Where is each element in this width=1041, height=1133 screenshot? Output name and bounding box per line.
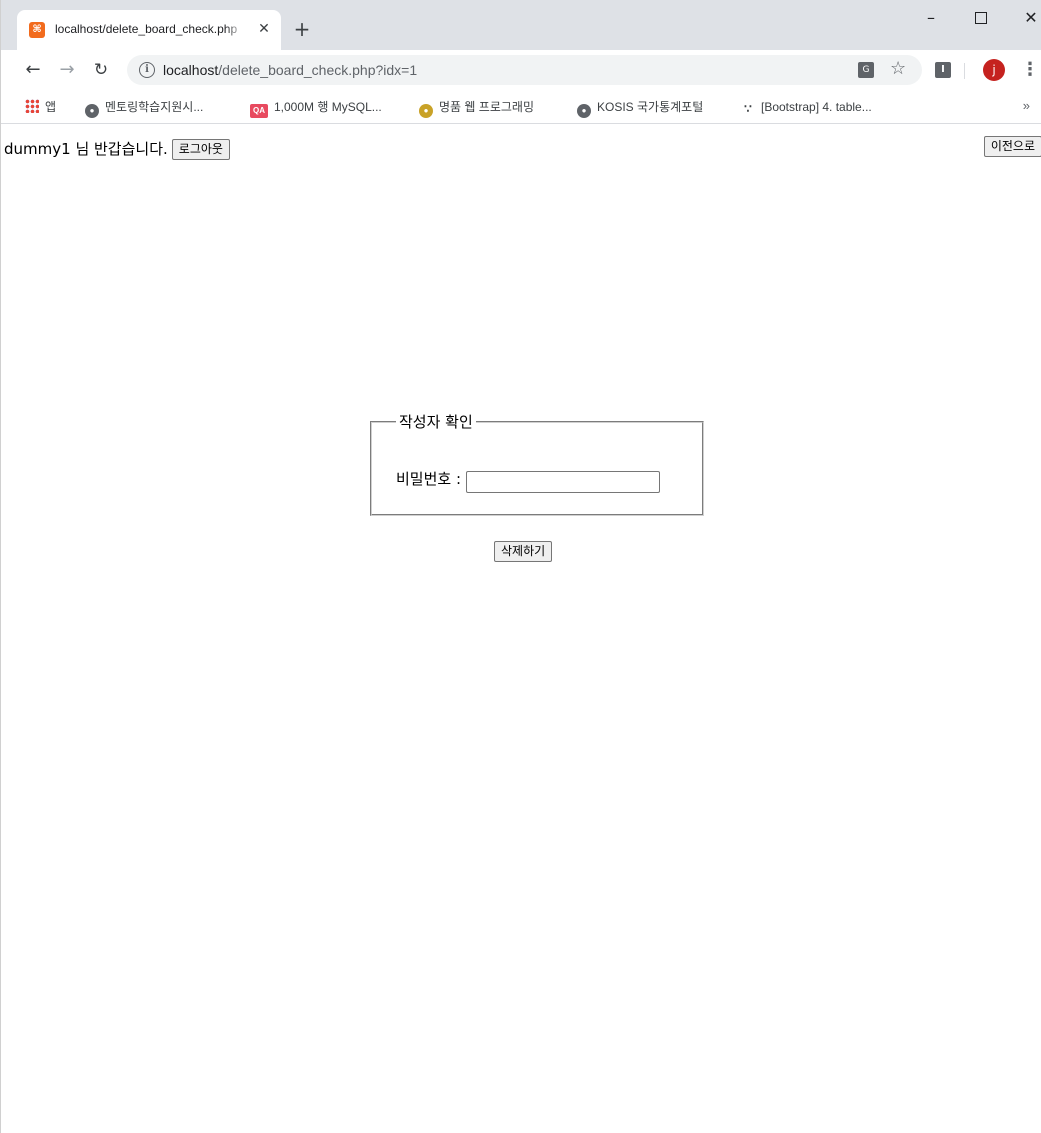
new-tab-button[interactable]: +	[291, 18, 313, 40]
extension-icon[interactable]: I	[935, 62, 951, 78]
forward-arrow-icon[interactable]: →	[55, 58, 79, 82]
delete-button[interactable]: 삭제하기	[494, 541, 553, 562]
bookmark-label: 명품 웹 프로그래밍	[439, 100, 534, 114]
back-arrow-icon[interactable]: ←	[21, 58, 45, 82]
url-path: /delete_board_check.php?idx=1	[218, 62, 418, 78]
kebab-menu-icon[interactable]: ⋮	[1021, 58, 1039, 82]
tab-active[interactable]: ⌘ localhost/delete_board_check.php ✕	[17, 10, 281, 50]
logout-button[interactable]: 로그아웃	[171, 139, 230, 160]
xampp-icon: ⌘	[29, 22, 45, 38]
apps-icon	[25, 99, 39, 113]
bookmark-mentoring[interactable]: ● 멘토링학습지원시...	[85, 99, 204, 118]
bookmark-label: 멘토링학습지원시...	[105, 100, 204, 114]
url-text[interactable]: localhost/delete_board_check.php?idx=1	[163, 62, 417, 78]
password-input[interactable]	[465, 470, 660, 493]
url-host: localhost	[163, 62, 219, 78]
globe-icon: ●	[85, 104, 99, 118]
globe-icon: ●	[577, 104, 591, 118]
tab-strip: ⌘ localhost/delete_board_check.php ✕ + –…	[1, 0, 1041, 50]
maximize-button[interactable]	[966, 6, 996, 30]
bookmark-label: 앱	[45, 100, 57, 114]
profile-avatar[interactable]: j	[983, 59, 1005, 81]
browser-window: ⌘ localhost/delete_board_check.php ✕ + –…	[0, 0, 1041, 1133]
bookmark-label: 1,000M 행 MySQL...	[274, 100, 382, 114]
maximize-icon	[975, 12, 987, 24]
author-verification-fieldset: 작성자 확인 비밀번호 :	[370, 411, 704, 516]
password-row: 비밀번호 :	[396, 468, 660, 493]
bookmark-label: [Bootstrap] 4. table...	[761, 100, 872, 114]
bookmark-mysql[interactable]: QA 1,000M 행 MySQL...	[250, 99, 382, 118]
tab-title: localhost/delete_board_check.php	[55, 22, 245, 36]
bookmark-star-icon[interactable]: ☆	[890, 58, 906, 79]
bootstrap-icon: ∵	[744, 102, 752, 116]
bookmark-kosis[interactable]: ● KOSIS 국가통계포털	[577, 99, 704, 118]
book-icon: ●	[419, 104, 433, 118]
address-bar[interactable]: i localhost/delete_board_check.php?idx=1…	[127, 55, 922, 85]
bookmark-bootstrap[interactable]: ∵ [Bootstrap] 4. table...	[741, 99, 872, 116]
fieldset-legend: 작성자 확인	[399, 413, 473, 431]
back-button[interactable]: 이전으로	[983, 136, 1041, 157]
password-label: 비밀번호 :	[396, 470, 462, 488]
bookmark-label: KOSIS 국가통계포털	[597, 100, 704, 114]
bookmark-apps[interactable]: 앱	[25, 99, 56, 115]
browser-toolbar: ← → ↻ i localhost/delete_board_check.php…	[1, 50, 1041, 90]
reload-icon[interactable]: ↻	[89, 58, 113, 82]
close-window-button[interactable]: ✕	[1016, 6, 1041, 30]
user-greeting: dummy1 님 반갑습니다. 로그아웃	[4, 138, 230, 160]
translate-icon[interactable]: G	[858, 62, 874, 78]
bookmarks-overflow-button[interactable]: »	[1023, 98, 1030, 113]
toolbar-divider	[964, 63, 965, 79]
bookmarks-bar: 앱 ● 멘토링학습지원시... QA 1,000M 행 MySQL... ● 명품 웹…	[1, 90, 1041, 124]
page-content: dummy1 님 반갑습니다. 로그아웃 이전으로 작성자 확인 비밀번호 : 삭…	[1, 125, 1041, 1133]
close-tab-icon[interactable]: ✕	[255, 20, 273, 38]
qa-icon: QA	[250, 104, 268, 118]
greeting-text: dummy1 님 반갑습니다.	[4, 140, 168, 158]
info-icon[interactable]: i	[139, 62, 155, 78]
minimize-button[interactable]: –	[916, 6, 946, 30]
bookmark-web-programming[interactable]: ● 명품 웹 프로그래밍	[419, 99, 534, 118]
